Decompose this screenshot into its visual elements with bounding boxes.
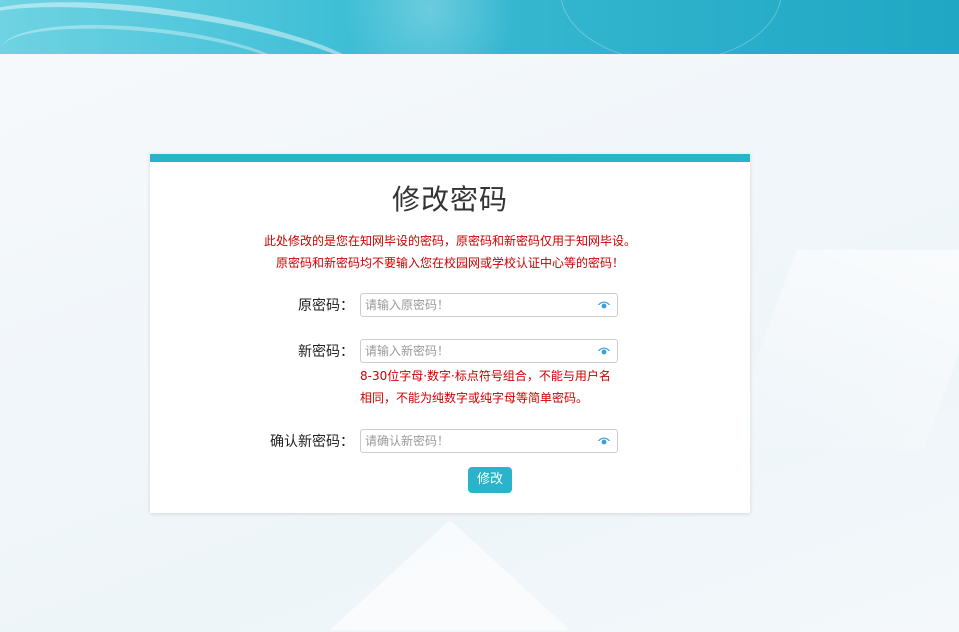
banner-decoration bbox=[560, 0, 782, 54]
confirm-password-field-wrap bbox=[360, 429, 618, 453]
old-password-field-wrap bbox=[360, 293, 618, 317]
old-password-label: 原密码： bbox=[298, 298, 354, 314]
background-decoration bbox=[723, 250, 959, 450]
change-password-card: 修改密码 此处修改的是您在知网毕设的密码，原密码和新密码仅用于知网毕设。 原密码… bbox=[150, 154, 750, 513]
eye-icon[interactable] bbox=[597, 299, 611, 311]
banner-decoration bbox=[330, 0, 530, 54]
confirm-password-input[interactable] bbox=[361, 430, 597, 452]
notice-line: 此处修改的是您在知网毕设的密码，原密码和新密码仅用于知网毕设。 bbox=[263, 234, 636, 248]
notice-line: 原密码和新密码均不要输入您在校园网或学校认证中心等的密码！ bbox=[275, 256, 624, 270]
header-banner bbox=[0, 0, 959, 54]
new-password-hint: 8-30位字母·数字·标点符号组合，不能与用户名相同，不能为纯数字或纯字母等简单… bbox=[360, 369, 611, 405]
eye-icon[interactable] bbox=[597, 345, 611, 357]
new-password-input[interactable] bbox=[361, 340, 597, 362]
notice-text: 此处修改的是您在知网毕设的密码，原密码和新密码仅用于知网毕设。 原密码和新密码均… bbox=[150, 230, 750, 274]
background-decoration bbox=[330, 520, 570, 630]
submit-button[interactable]: 修改 bbox=[468, 467, 512, 493]
page-title: 修改密码 bbox=[391, 183, 508, 216]
new-password-field-wrap bbox=[360, 339, 618, 363]
eye-icon[interactable] bbox=[597, 435, 611, 447]
confirm-password-label: 确认新密码： bbox=[270, 434, 354, 450]
old-password-input[interactable] bbox=[361, 294, 597, 316]
new-password-label: 新密码： bbox=[298, 344, 354, 360]
